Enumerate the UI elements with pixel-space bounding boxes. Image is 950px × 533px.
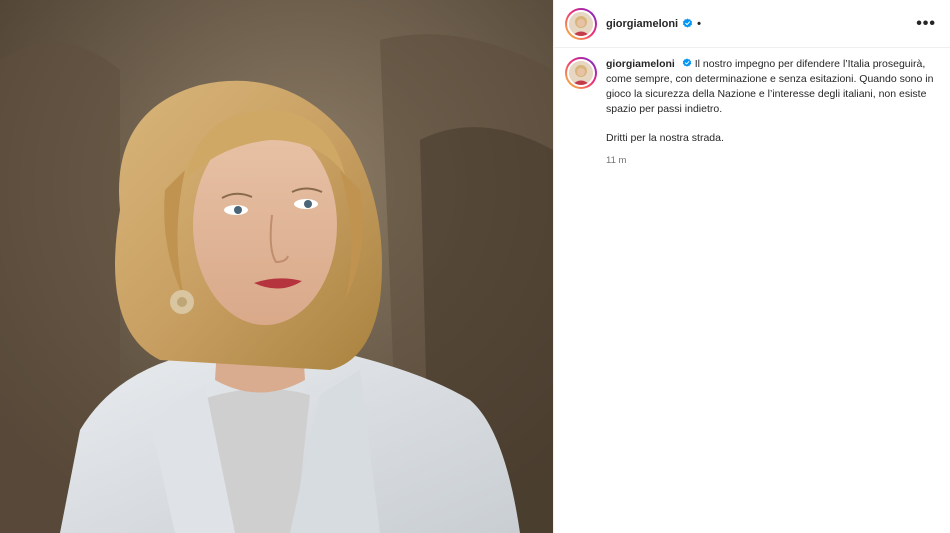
- post-viewer: giorgiameloni • ••• giorgiameloni Il nos…: [0, 0, 950, 533]
- verified-badge-icon: [682, 18, 693, 29]
- portrait-image: [0, 0, 553, 533]
- caption-text-block: giorgiameloni Il nostro impegno per dife…: [606, 57, 936, 168]
- separator-dot: •: [697, 17, 701, 30]
- caption-text-2: Dritti per la nostra strada.: [606, 132, 724, 144]
- post-header: giorgiameloni • •••: [554, 0, 950, 48]
- post-photo[interactable]: [0, 0, 553, 533]
- header-username[interactable]: giorgiameloni: [606, 18, 678, 30]
- avatar-image: [567, 9, 595, 38]
- more-options-icon[interactable]: •••: [916, 15, 936, 31]
- caption-username[interactable]: giorgiameloni: [606, 58, 675, 70]
- avatar[interactable]: [565, 7, 597, 40]
- caption-avatar[interactable]: [565, 57, 597, 89]
- caption-comment: giorgiameloni Il nostro impegno per dife…: [554, 48, 950, 168]
- caption-avatar-image: [567, 59, 595, 87]
- post-side-panel: giorgiameloni • ••• giorgiameloni Il nos…: [553, 0, 950, 533]
- caption-verified-badge-icon: [682, 58, 692, 68]
- post-timestamp[interactable]: 11 m: [606, 153, 936, 168]
